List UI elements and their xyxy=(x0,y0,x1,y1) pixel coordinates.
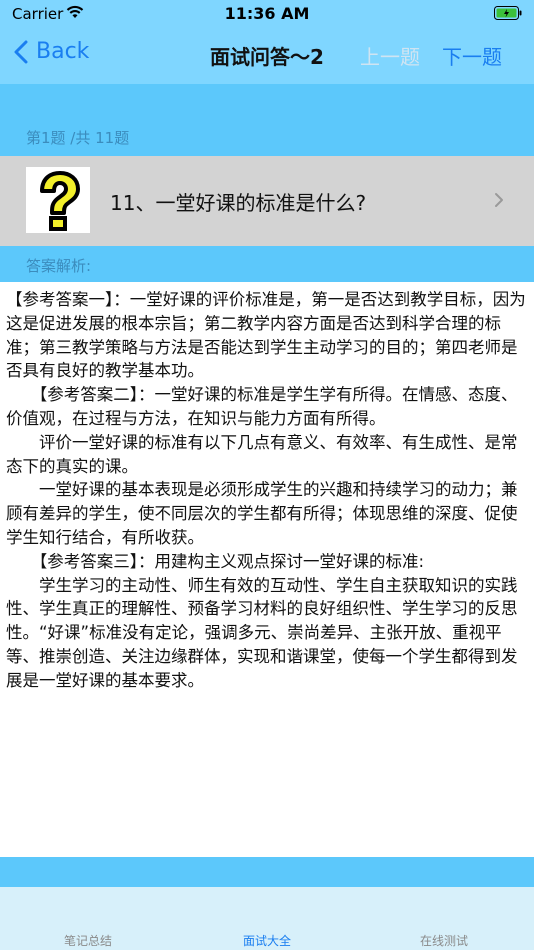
next-question-button[interactable]: 下一题 xyxy=(442,41,502,70)
battery-icon xyxy=(494,6,522,20)
answer-header: 答案解析: xyxy=(0,246,534,282)
chevron-right-icon xyxy=(495,193,503,207)
bottom-band xyxy=(0,857,534,887)
chevron-left-icon xyxy=(14,40,28,63)
answer-paragraph: 一堂好课的基本表现是必须形成学生的兴趣和持续学习的动力；兼顾有差异的学生，使不同… xyxy=(6,480,518,547)
question-text: 11、一堂好课的标准是什么? xyxy=(110,191,367,215)
tab-notes[interactable]: 笔记总结 xyxy=(38,932,138,949)
question-counter: 第1题 /共 11题 xyxy=(26,129,130,147)
tab-bar: 笔记总结 面试大全 在线测试 xyxy=(0,887,534,950)
previous-question-button[interactable]: 上一题 xyxy=(360,41,420,70)
answer-paragraph: 【参考答案三】：用建构主义观点探讨一堂好课的标准: xyxy=(6,551,425,571)
answer-text: 【参考答案一】：一堂好课的评价标准是，第一是否达到教学目标，因为这是促进发展的根… xyxy=(6,288,526,693)
status-bar: Carrier 11:36 AM xyxy=(0,0,534,30)
answer-paragraph: 【参考答案二】：一堂好课的标准是学生学有所得。在情感、态度、价值观，在过程与方法… xyxy=(6,385,518,428)
question-mark-icon xyxy=(26,167,90,233)
answer-paragraph: 评价一堂好课的标准有以下几点有意义、有效率、有生成性、是常态下的真实的课。 xyxy=(6,432,518,476)
answer-label: 答案解析: xyxy=(26,257,92,275)
tab-online-test[interactable]: 在线测试 xyxy=(394,932,494,949)
back-button[interactable]: Back xyxy=(14,39,89,64)
navigation-bar: Back 面试问答～2 上一题 下一题 xyxy=(0,30,534,84)
status-time: 11:36 AM xyxy=(224,4,310,23)
answer-paragraph: 学生学习的主动性、师生有效的互动性、学生自主获取知识的实践性、学生真正的理解性、… xyxy=(6,575,518,690)
answer-paragraph: 【参考答案一】：一堂好课的评价标准是，第一是否达到教学目标，因为这是促进发展的根… xyxy=(6,290,526,381)
back-label: Back xyxy=(36,39,90,64)
tab-interview[interactable]: 面试大全 xyxy=(217,932,317,949)
question-row[interactable]: 11、一堂好课的标准是什么? xyxy=(0,156,534,246)
